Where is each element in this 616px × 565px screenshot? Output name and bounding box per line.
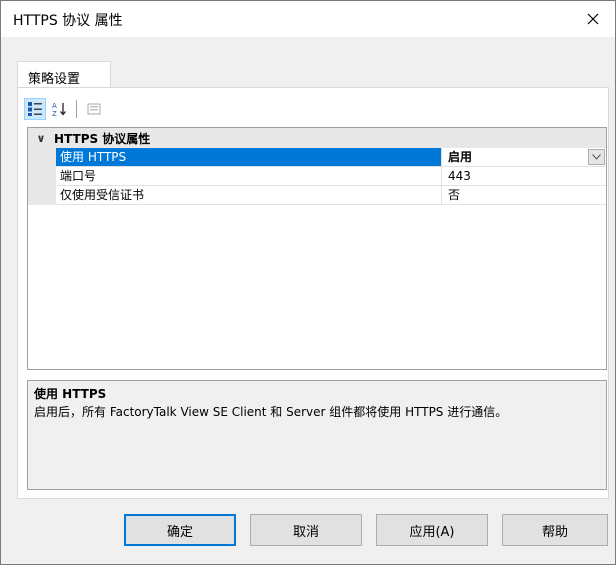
property-value[interactable]: 启用 [442,148,606,167]
tab-policy-settings[interactable]: 策略设置 [17,61,111,87]
cancel-button[interactable]: 取消 [250,514,362,546]
property-row-trusted-certs[interactable]: 仅使用受信证书 否 [28,186,606,205]
property-name[interactable]: 端口号 [56,167,442,186]
ok-button[interactable]: 确定 [124,514,236,546]
dialog-title: HTTPS 协议 属性 [13,13,123,29]
property-name[interactable]: 使用 HTTPS [56,148,442,167]
apply-button[interactable]: 应用(A) [376,514,488,546]
sort-alphabetical-icon: A Z [52,102,66,117]
property-grid[interactable]: ∨ HTTPS 协议属性 使用 HTTPS 启用 端口号 443 仅使用受信证书… [27,127,607,370]
close-icon [587,13,599,25]
category-row[interactable]: ∨ HTTPS 协议属性 [28,128,606,148]
property-grid-toolbar: A Z [24,97,107,121]
property-value-text: 启用 [448,150,473,164]
help-button[interactable]: 帮助 [502,514,608,546]
chevron-down-icon [592,154,601,160]
chevron-down-icon[interactable]: ∨ [28,132,54,145]
categorized-button[interactable] [24,98,46,120]
sort-alphabetical-button[interactable]: A Z [48,98,70,120]
categorized-icon [28,102,42,116]
svg-text:Z: Z [52,110,57,117]
property-pages-icon [87,103,101,115]
property-pages-button[interactable] [83,98,105,120]
category-label: HTTPS 协议属性 [54,131,151,146]
property-value[interactable]: 否 [442,186,606,205]
description-title: 使用 HTTPS [34,387,107,401]
dropdown-button[interactable] [588,149,605,165]
close-button[interactable] [571,1,615,37]
property-value[interactable]: 443 [442,167,606,186]
description-text: 启用后，所有 FactoryTalk View SE Client 和 Serv… [34,405,508,419]
toolbar-separator [76,100,77,118]
property-row-port[interactable]: 端口号 443 [28,167,606,186]
title-bar: HTTPS 协议 属性 [1,1,615,37]
svg-text:A: A [52,102,57,110]
property-row-use-https[interactable]: 使用 HTTPS 启用 [28,148,606,167]
description-panel: 使用 HTTPS 启用后，所有 FactoryTalk View SE Clie… [27,380,607,490]
property-name[interactable]: 仅使用受信证书 [56,186,442,205]
